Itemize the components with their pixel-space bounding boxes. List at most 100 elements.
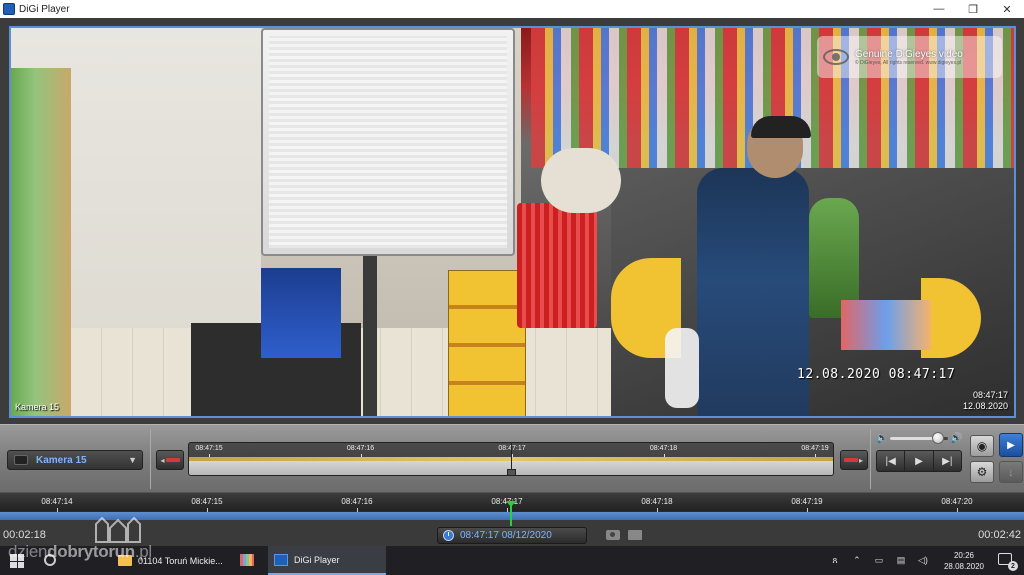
people-icon[interactable]: ጸ bbox=[829, 555, 841, 566]
clock-icon bbox=[443, 530, 454, 541]
taskbar-item-folder[interactable]: 01104 Toruń Mickie... bbox=[112, 546, 230, 575]
minimize-button[interactable]: — bbox=[922, 0, 956, 18]
event-marker-icon bbox=[165, 458, 180, 462]
mini-timeline-handle[interactable] bbox=[507, 469, 516, 475]
corner-date: 12.08.2020 bbox=[962, 401, 1008, 411]
download-button[interactable]: ↓ bbox=[999, 461, 1023, 483]
scene-pole bbox=[363, 256, 377, 416]
scene-products bbox=[841, 300, 931, 350]
download-icon: ↓ bbox=[1008, 465, 1014, 479]
eye-logo-icon bbox=[823, 49, 849, 65]
usb-icon[interactable]: ▭ bbox=[873, 555, 885, 566]
video-frame: Genuine DiGieyes video © DiGieyes, All r… bbox=[0, 18, 1024, 424]
window-title: DiGi Player bbox=[19, 3, 70, 15]
timeline-tick-label: 08:47:16 bbox=[341, 497, 373, 506]
camera-select-label: Kamera 15 bbox=[36, 454, 87, 466]
network-icon[interactable]: ▤ bbox=[895, 555, 907, 566]
system-tray: ጸ ⌃ ▭ ▤ ◁) 20:26 28.08.2020 bbox=[824, 546, 984, 575]
maximize-button[interactable]: ❐ bbox=[956, 0, 990, 18]
app-grid-icon[interactable] bbox=[240, 554, 254, 566]
timeline-tick-label: 08:47:19 bbox=[791, 497, 823, 506]
digi-player-app-icon bbox=[3, 3, 15, 15]
mini-timeline-tick-label: 08:47:16 bbox=[346, 445, 375, 452]
mini-timeline-tick bbox=[360, 454, 362, 457]
mini-timeline[interactable]: 08:47:15 08:47:16 08:47:17 08:47:18 08:47:19 bbox=[188, 442, 834, 476]
timeline-tick-label: 08:47:20 bbox=[941, 497, 973, 506]
previous-event-button[interactable]: ◂ bbox=[156, 450, 184, 470]
taskbar-item-digi-player[interactable]: DiGi Player bbox=[268, 546, 386, 575]
divider bbox=[150, 429, 151, 489]
camera-video-view[interactable]: Genuine DiGieyes video © DiGieyes, All r… bbox=[9, 26, 1016, 418]
scene-product-box bbox=[261, 268, 341, 358]
digi-player-icon bbox=[274, 553, 288, 566]
taskbar-item-label: 01104 Toruń Mickie... bbox=[138, 555, 223, 566]
mini-timeline-tick bbox=[815, 454, 816, 457]
volume-icon[interactable]: 🔊 bbox=[950, 433, 962, 444]
event-marker-icon bbox=[843, 458, 858, 462]
folder-icon bbox=[118, 555, 132, 566]
volume-mute-icon[interactable]: 🔈 bbox=[876, 433, 888, 444]
notification-badge: 2 bbox=[1008, 561, 1018, 571]
view-button[interactable]: ◉ bbox=[970, 435, 994, 457]
volume-knob[interactable] bbox=[931, 432, 944, 444]
timeline-recording-bar[interactable] bbox=[0, 512, 1024, 520]
timeline-playhead[interactable] bbox=[510, 503, 512, 527]
next-event-button[interactable]: ▸ bbox=[840, 450, 868, 470]
skip-forward-icon: ▶| bbox=[942, 455, 953, 467]
scene-person bbox=[697, 168, 809, 416]
clock-time: 20:26 bbox=[953, 550, 974, 560]
camera-overlay-label: Kamera 15 bbox=[15, 402, 60, 412]
title-bar: DiGi Player — ❐ ✕ bbox=[0, 0, 1024, 18]
close-button[interactable]: ✕ bbox=[990, 0, 1024, 18]
skip-back-button[interactable]: |◀ bbox=[877, 451, 906, 471]
volume-slider[interactable] bbox=[890, 432, 948, 444]
mini-timeline-tick-label: 08:47:19 bbox=[801, 445, 829, 452]
scene-boxes bbox=[448, 270, 526, 416]
status-row: 00:02:18 08:47:17 08/12/2020 00:02:42 bbox=[0, 526, 1024, 546]
settings-button[interactable]: ⚙ bbox=[970, 461, 994, 483]
search-icon[interactable] bbox=[44, 554, 56, 566]
skip-back-icon: |◀ bbox=[885, 455, 896, 467]
print-icon[interactable] bbox=[628, 530, 642, 540]
chevron-up-icon[interactable]: ⌃ bbox=[851, 555, 863, 566]
window-controls: — ❐ ✕ bbox=[922, 0, 1024, 18]
watermark-subtitle: © DiGieyes, All rights reserved. www.dig… bbox=[855, 59, 962, 66]
camera-snapshot-icon[interactable] bbox=[606, 530, 620, 540]
elapsed-time: 00:02:18 bbox=[3, 529, 46, 541]
speaker-icon[interactable]: ◁) bbox=[917, 555, 929, 566]
mini-timeline-tick bbox=[663, 454, 665, 457]
taskbar-clock[interactable]: 20:26 28.08.2020 bbox=[944, 550, 984, 572]
windows-start-icon[interactable] bbox=[10, 554, 24, 568]
scene-left-shelf bbox=[11, 68, 71, 416]
windows-taskbar: 01104 Toruń Mickie... DiGi Player ጸ ⌃ ▭ … bbox=[0, 546, 1024, 575]
arrow-left-icon: ◂ bbox=[160, 455, 165, 465]
playback-mode-button[interactable]: ▶ bbox=[999, 433, 1023, 457]
timeline-tick-label: 08:47:18 bbox=[641, 497, 673, 506]
mini-timeline-tick bbox=[209, 454, 210, 457]
main-timeline[interactable]: 08:47:14 08:47:15 08:47:16 08:47:17 08:47:18… bbox=[0, 492, 1024, 527]
taskbar-item-label: DiGi Player bbox=[294, 554, 340, 565]
corner-timestamp: 08:47:17 12.08.2020 bbox=[963, 390, 1008, 412]
play-icon: ▶ bbox=[915, 455, 923, 467]
camera-select[interactable]: Kamera 15 ▼ bbox=[7, 450, 143, 470]
osd-timestamp: 12.08.2020 08:47:17 bbox=[797, 367, 956, 382]
total-time: 00:02:42 bbox=[978, 529, 1021, 541]
volume-fill bbox=[890, 437, 938, 440]
gear-icon: ⚙ bbox=[976, 465, 988, 479]
scene-cap bbox=[751, 116, 811, 138]
scene-basket bbox=[517, 203, 597, 328]
mini-timeline-tick-label: 08:47:15 bbox=[195, 445, 223, 452]
play-button[interactable]: ▶ bbox=[905, 451, 934, 471]
chevron-down-icon: ▼ bbox=[128, 455, 137, 465]
timeline-tick-label: 08:47:14 bbox=[41, 497, 73, 506]
arrow-right-icon: ▸ bbox=[858, 455, 863, 465]
clock-date: 28.08.2020 bbox=[943, 561, 984, 571]
play-circle-icon: ▶ bbox=[1007, 439, 1015, 451]
control-panel: Kamera 15 ▼ ◂ 08:47:15 08:47:16 08:47:17 08… bbox=[0, 424, 1024, 492]
current-datetime-field[interactable]: 08:47:17 08/12/2020 bbox=[437, 527, 587, 544]
divider bbox=[870, 429, 871, 489]
skip-forward-button[interactable]: ▶| bbox=[934, 451, 961, 471]
camera-icon bbox=[14, 455, 28, 465]
eye-icon: ◉ bbox=[976, 439, 988, 453]
playback-controls: |◀ ▶ ▶| bbox=[876, 450, 962, 472]
